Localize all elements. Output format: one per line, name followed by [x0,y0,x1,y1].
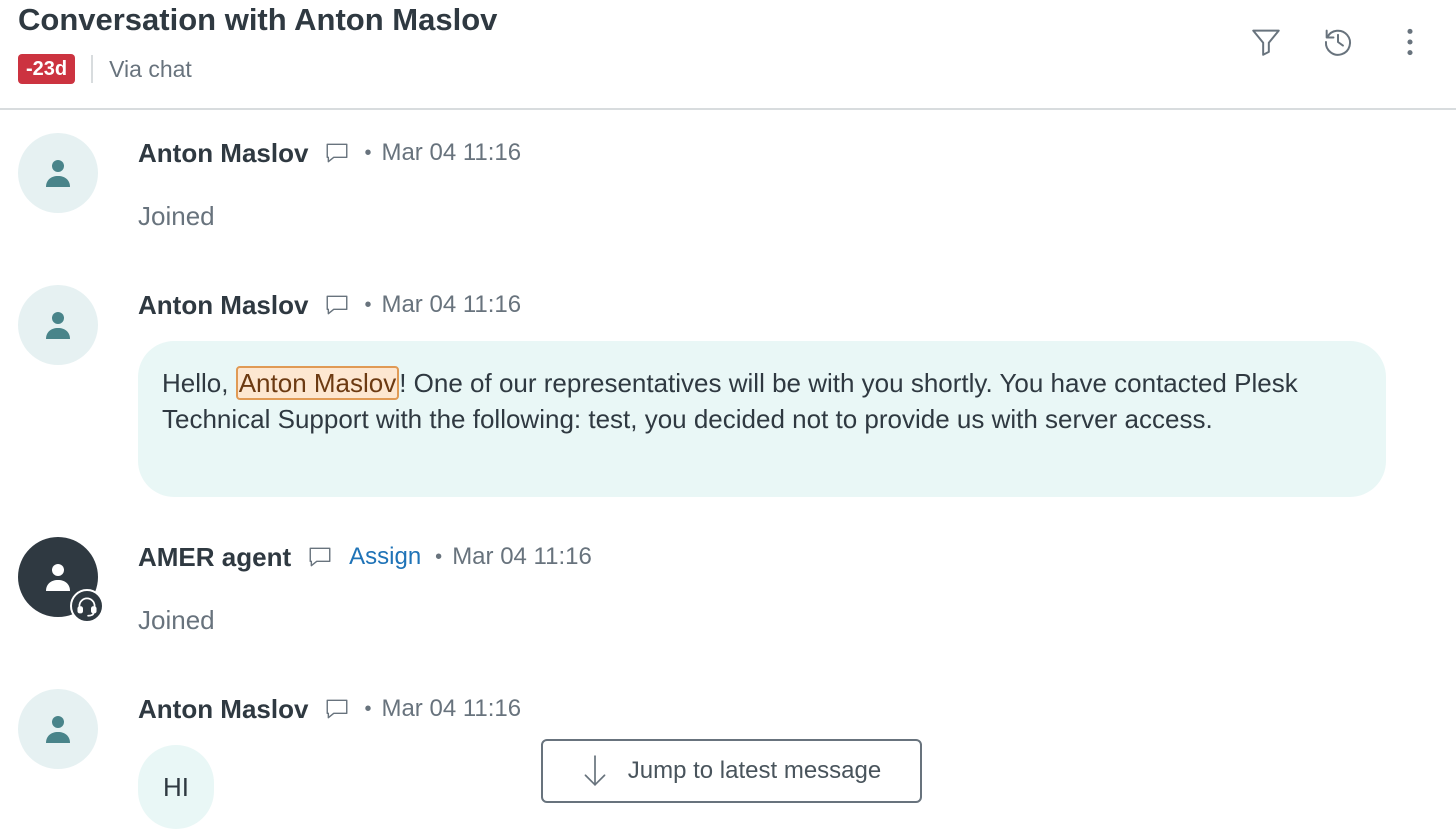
timestamp: Mar 04 11:16 [381,695,522,722]
author-name: Anton Maslov [138,693,309,724]
message-bubble: Hello, Anton Maslov! One of our represen… [138,341,1386,497]
event-text: Joined [138,605,215,635]
chat-bubble-icon [324,696,350,722]
chat-bubble-icon [324,140,350,166]
author-name: AMER agent [138,541,292,572]
jump-button-label: Jump to latest message [627,757,882,784]
timestamp: Mar 04 11:16 [452,543,592,570]
jump-to-latest-button[interactable]: Jump to latest message [541,739,922,803]
separator-dot: • [364,293,372,316]
message-header: Anton Maslov • Mar 04 11:16 [138,287,521,323]
mention-highlight: Anton Maslov [235,366,400,400]
separator-dot: • [364,697,372,720]
meta-divider [91,55,94,83]
chat-bubble-icon [307,544,333,570]
avatar [18,133,98,213]
person-icon [46,716,70,743]
headset-icon [70,589,104,623]
timestamp: Mar 04 11:16 [381,291,522,318]
author-name: Anton Maslov [138,137,309,168]
conversation-meta: -23d Via chat [18,53,192,85]
author-name: Anton Maslov [138,289,309,320]
avatar [18,689,98,769]
arrow-down-icon [584,755,606,786]
message-text: HI [163,772,189,802]
separator-dot: • [435,545,443,568]
timestamp: Mar 04 11:16 [381,139,522,166]
chat-bubble-icon [324,292,350,318]
channel-label: Via chat [109,55,192,82]
separator-dot: • [364,141,372,164]
person-icon [46,312,70,339]
more-options-icon[interactable] [1392,24,1428,60]
message-header: Anton Maslov • Mar 04 11:16 [138,691,521,727]
person-icon [46,564,70,591]
assign-link[interactable]: Assign [349,543,421,571]
page-title: Conversation with Anton Maslov [18,2,498,37]
event-text: Joined [138,201,215,231]
message-text: Hello, [162,368,236,398]
person-icon [46,160,70,187]
message-header: AMER agent Assign • Mar 04 11:16 [138,539,592,575]
history-icon[interactable] [1320,24,1356,60]
sla-badge: -23d [18,54,76,84]
filter-icon[interactable] [1248,24,1284,60]
avatar [18,285,98,365]
conversation-header: Conversation with Anton Maslov -23d Via … [0,0,1456,110]
agent-avatar [18,537,104,623]
message-bubble: HI [138,745,214,829]
message-header: Anton Maslov • Mar 04 11:16 [138,135,521,171]
